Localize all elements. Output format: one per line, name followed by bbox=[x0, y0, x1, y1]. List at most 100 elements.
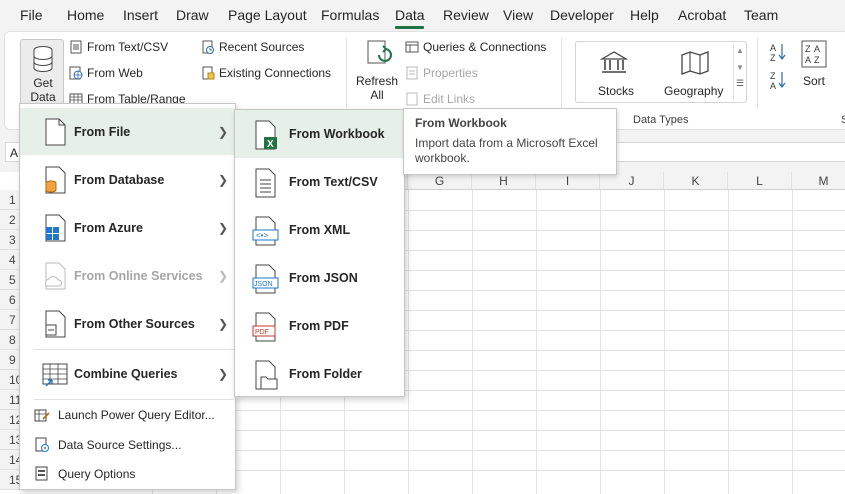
tab-formulas[interactable]: Formulas bbox=[321, 7, 379, 23]
get-data-button[interactable]: Get Data bbox=[20, 39, 64, 105]
tab-developer[interactable]: Developer bbox=[550, 7, 614, 23]
sort-az-icon: A Z bbox=[770, 43, 786, 62]
row-header-5[interactable]: 5 bbox=[0, 270, 20, 290]
row-header-2[interactable]: 2 bbox=[0, 210, 20, 230]
existing-connections-icon bbox=[202, 66, 215, 80]
tab-acrobat[interactable]: Acrobat bbox=[678, 7, 726, 23]
row-header-13[interactable]: 13 bbox=[0, 430, 22, 450]
menu-item-from-azure[interactable]: From Azure ❯ bbox=[20, 204, 235, 251]
svg-text:<•>: <•> bbox=[256, 231, 268, 240]
combine-queries-icon bbox=[42, 363, 68, 387]
database-icon bbox=[33, 46, 53, 72]
tooltip-title: From Workbook bbox=[415, 116, 507, 130]
ribbon-separator bbox=[346, 38, 347, 108]
menu-item-from-json[interactable]: JSON From JSON bbox=[235, 254, 404, 302]
grid-line bbox=[408, 190, 409, 494]
properties-button[interactable]: Properties bbox=[405, 66, 478, 80]
row-header-9[interactable]: 9 bbox=[0, 350, 20, 370]
grid-line bbox=[472, 190, 473, 494]
gallery-scroll[interactable]: ▲ ▼ ☰ bbox=[733, 44, 746, 100]
tab-review[interactable]: Review bbox=[443, 7, 489, 23]
active-tab-indicator bbox=[395, 26, 424, 29]
row-header-14[interactable]: 14 bbox=[0, 450, 22, 470]
menu-item-from-xml[interactable]: <•> From XML bbox=[235, 206, 404, 254]
chevron-right-icon: ❯ bbox=[218, 124, 229, 139]
svg-text:JSON: JSON bbox=[254, 281, 273, 288]
menu-item-from-file[interactable]: From File ❯ bbox=[20, 108, 235, 155]
tab-insert[interactable]: Insert bbox=[123, 7, 158, 23]
column-header-m[interactable]: M bbox=[792, 172, 845, 190]
row-header-6[interactable]: 6 bbox=[0, 290, 20, 310]
svg-text:Z: Z bbox=[770, 71, 776, 81]
menu-item-from-other-sources[interactable]: From Other Sources ❯ bbox=[20, 300, 235, 347]
sort-za-icon: Z A bbox=[770, 71, 786, 90]
column-header-k[interactable]: K bbox=[664, 172, 728, 190]
row-header-12[interactable]: 12 bbox=[0, 410, 22, 430]
svg-text:Z: Z bbox=[814, 55, 820, 65]
tab-view[interactable]: View bbox=[503, 7, 533, 23]
from-web-button[interactable]: From Web bbox=[69, 66, 143, 80]
menu-separator bbox=[34, 399, 234, 400]
menu-item-query-options[interactable]: Query Options bbox=[20, 460, 235, 488]
existing-connections-button[interactable]: Existing Connections bbox=[201, 66, 331, 80]
grid-line bbox=[600, 190, 601, 494]
recent-sources-button[interactable]: Recent Sources bbox=[201, 40, 304, 54]
row-header-8[interactable]: 8 bbox=[0, 330, 20, 350]
tab-help[interactable]: Help bbox=[630, 7, 659, 23]
tab-file[interactable]: File bbox=[20, 7, 43, 23]
geography-icon bbox=[681, 51, 709, 75]
refresh-all-button[interactable]: Refresh All bbox=[355, 74, 399, 102]
row-header-10[interactable]: 10 bbox=[0, 370, 22, 390]
chevron-right-icon: ❯ bbox=[218, 172, 229, 187]
row-header-15[interactable]: 15 bbox=[0, 470, 22, 490]
row-header-4[interactable]: 4 bbox=[0, 250, 20, 270]
menu-item-from-text-csv[interactable]: From Text/CSV bbox=[235, 158, 404, 206]
query-options-icon bbox=[35, 466, 48, 481]
menu-item-data-source-settings[interactable]: Data Source Settings... bbox=[20, 431, 235, 459]
stocks-icon bbox=[600, 51, 628, 73]
edit-links-button[interactable]: Edit Links bbox=[405, 92, 475, 106]
folder-icon bbox=[255, 360, 278, 390]
get-data-label-1: Get bbox=[33, 76, 53, 90]
column-header-l[interactable]: L bbox=[728, 172, 792, 190]
tooltip-description: Import data from a Microsoft Excel workb… bbox=[415, 136, 598, 165]
text-file-icon bbox=[70, 40, 82, 54]
svg-text:A: A bbox=[770, 43, 776, 53]
menu-item-from-pdf[interactable]: PDF From PDF bbox=[235, 302, 404, 350]
row-header-3[interactable]: 3 bbox=[0, 230, 20, 250]
queries-connections-button[interactable]: Queries & Connections bbox=[405, 40, 546, 54]
tab-data[interactable]: Data bbox=[395, 7, 425, 23]
row-header-7[interactable]: 7 bbox=[0, 310, 20, 330]
sort-button[interactable]: Sort bbox=[803, 74, 825, 88]
menu-item-from-database[interactable]: From Database ❯ bbox=[20, 156, 235, 203]
excel-workbook-icon: X bbox=[255, 120, 277, 150]
menu-item-from-online-services[interactable]: From Online Services ❯ bbox=[20, 252, 235, 299]
chevron-right-icon: ❯ bbox=[218, 366, 229, 381]
stocks-button[interactable]: Stocks bbox=[598, 84, 634, 98]
grid-line bbox=[792, 190, 793, 494]
menu-item-from-folder[interactable]: From Folder bbox=[235, 350, 404, 398]
menu-item-combine-queries[interactable]: Combine Queries ❯ bbox=[20, 350, 235, 397]
text-csv-icon bbox=[255, 168, 276, 198]
get-data-menu: From File ❯ From Database ❯ From Azure ❯… bbox=[19, 103, 236, 490]
svg-text:A: A bbox=[814, 44, 820, 54]
tab-draw[interactable]: Draw bbox=[176, 7, 209, 23]
svg-text:PDF: PDF bbox=[255, 329, 269, 336]
pdf-icon: PDF bbox=[252, 312, 276, 342]
from-text-csv-button[interactable]: From Text/CSV bbox=[69, 40, 168, 54]
tab-home[interactable]: Home bbox=[67, 7, 104, 23]
geography-button[interactable]: Geography bbox=[664, 84, 723, 98]
tab-page-layout[interactable]: Page Layout bbox=[228, 7, 307, 23]
database-file-icon bbox=[45, 166, 66, 194]
row-header-1[interactable]: 1 bbox=[0, 190, 20, 210]
data-types-group-label: Data Types bbox=[633, 114, 689, 126]
tab-team[interactable]: Team bbox=[744, 7, 778, 23]
grid-line bbox=[536, 190, 537, 494]
menu-item-from-workbook[interactable]: X From Workbook bbox=[235, 110, 404, 158]
ribbon-tabs: File Home Insert Draw Page Layout Formul… bbox=[0, 0, 845, 30]
chevron-right-icon: ❯ bbox=[218, 316, 229, 331]
row-header-11[interactable]: 11 bbox=[0, 390, 21, 410]
menu-item-launch-power-query-editor[interactable]: Launch Power Query Editor... bbox=[20, 401, 235, 429]
properties-icon bbox=[406, 66, 418, 80]
chevron-right-icon: ❯ bbox=[218, 220, 229, 235]
